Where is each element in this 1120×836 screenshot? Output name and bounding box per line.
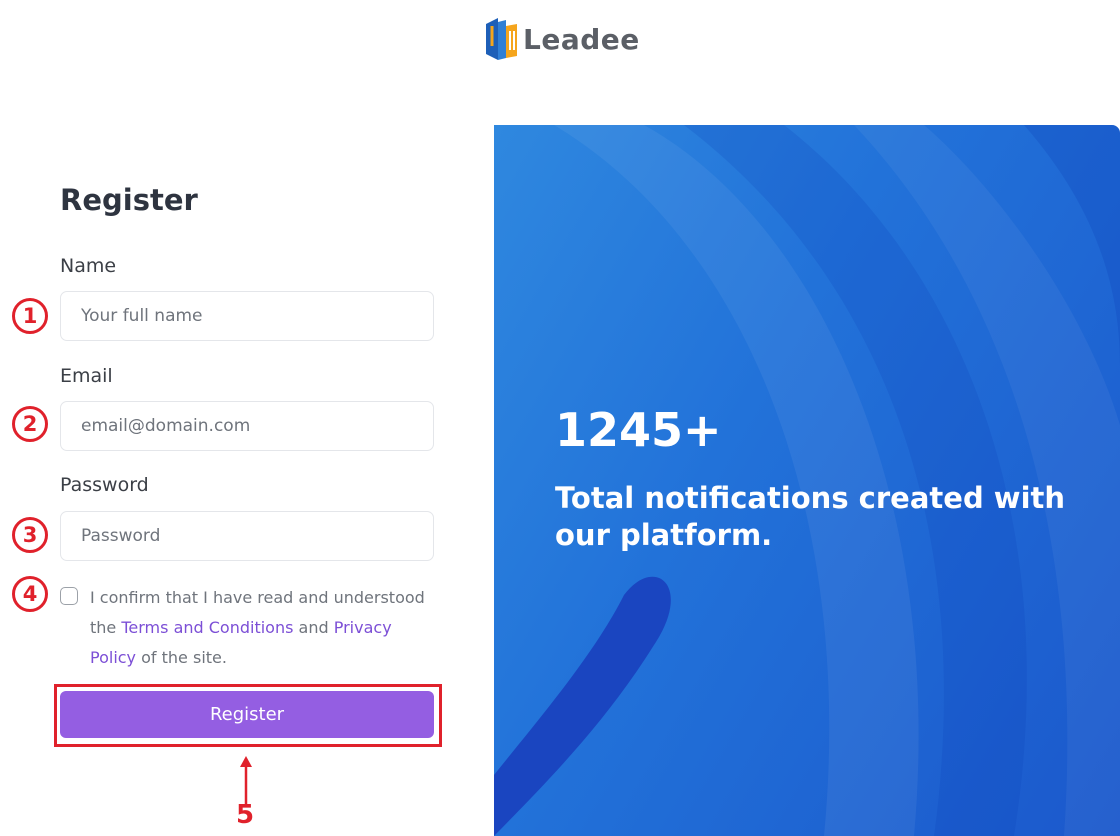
step-badge-1: 1 <box>12 298 48 334</box>
brand-name: Leadee <box>523 22 640 56</box>
register-page: Leadee Register Name 1 Email 2 Password … <box>0 0 1120 836</box>
password-label: Password <box>60 474 149 496</box>
arrow-up-icon <box>240 756 252 804</box>
step-badge-2: 2 <box>12 406 48 442</box>
step-label-5: 5 <box>236 800 255 830</box>
password-input[interactable] <box>60 511 434 561</box>
step-badge-4: 4 <box>12 576 48 612</box>
terms-checkbox[interactable] <box>60 587 78 605</box>
terms-text: I confirm that I have read and understoo… <box>90 583 440 673</box>
step-badge-3: 3 <box>12 517 48 553</box>
register-button[interactable]: Register <box>60 691 434 738</box>
leadee-logo-icon <box>486 18 517 60</box>
hero-panel: 1245+ Total notifications created with o… <box>494 125 1120 836</box>
name-label: Name <box>60 255 117 277</box>
email-input[interactable] <box>60 401 434 451</box>
terms-text-end: of the site. <box>141 648 227 667</box>
hero-stat: 1245+ <box>555 403 722 457</box>
hero-caption: Total notifications created with our pla… <box>555 481 1066 552</box>
email-label: Email <box>60 365 113 387</box>
terms-link[interactable]: Terms and Conditions <box>121 618 293 637</box>
terms-conjunction: and <box>298 618 329 637</box>
name-input[interactable] <box>60 291 434 341</box>
brand-logo[interactable]: Leadee <box>484 14 640 64</box>
form-title: Register <box>60 183 198 217</box>
